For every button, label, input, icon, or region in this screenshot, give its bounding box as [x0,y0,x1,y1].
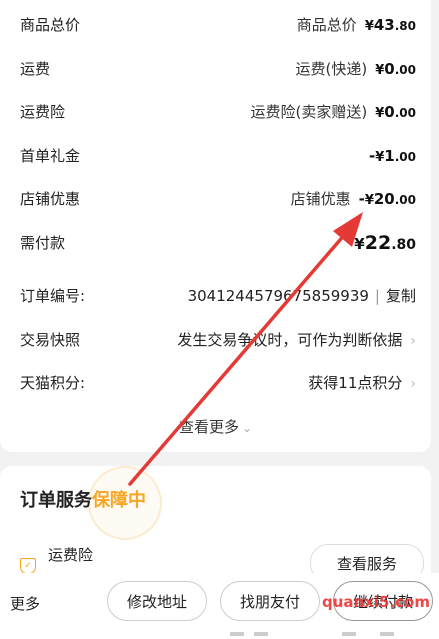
copy-button[interactable]: 复制 [386,287,416,305]
site-watermark: quanxi5.com [322,593,430,611]
fee-sublabel: 运费险(卖家赠送) [250,103,368,121]
divider: | [374,287,380,305]
amount-decimal: .00 [394,106,416,120]
bottom-cutoff-strip [0,632,439,639]
fee-value: 运费险(卖家赠送) ¥0.00 [251,97,416,129]
amount-decimal: .00 [394,150,416,164]
amount-decimal: .00 [394,193,416,207]
trade-snapshot-value-group: 发生交易争议时，可作为判断依据 › [177,325,416,356]
amount-decimal: .80 [391,237,416,253]
amount-integer: 20 [373,190,395,208]
order-detail-card: 商品总价 商品总价 ¥43.80 运费 运费(快递) ¥0.00 运费险 运费险(卖… [0,0,431,452]
cutoff-mark [380,632,394,636]
fee-label: 商品总价 [20,16,81,34]
view-more-button[interactable]: 查看更多 ⌄ [0,416,431,437]
tmall-points-value: 获得11点积分 [308,374,403,392]
fee-value: -¥1.00 [369,141,416,173]
fee-value: 店铺优惠 -¥20.00 [291,184,416,216]
fee-row-shipping-insurance: 运费险 运费险(卖家赠送) ¥0.00 [0,97,431,127]
amount-decimal: .00 [394,63,416,77]
fee-row-goods-total: 商品总价 商品总价 ¥43.80 [0,10,431,40]
fee-row-store-discount: 店铺优惠 店铺优惠 -¥20.00 [0,184,431,214]
trade-snapshot-row[interactable]: 交易快照 发生交易争议时，可作为判断依据 › [0,325,431,355]
currency-symbol: ¥ [354,235,365,253]
fee-amount: ¥0.00 [375,60,416,78]
modify-address-button[interactable]: 修改地址 [107,581,207,621]
fee-amount: -¥1.00 [369,147,416,165]
ask-friend-pay-button[interactable]: 找朋友付 [220,581,320,621]
fee-row-shipping: 运费 运费(快递) ¥0.00 [0,54,431,84]
tmall-points-label: 天猫积分: [20,374,86,392]
shield-check-icon: ✓ [20,558,36,574]
fee-label: 店铺优惠 [20,190,81,208]
currency-symbol: ¥ [375,150,385,165]
amount-integer: 0 [384,60,395,78]
currency-symbol: ¥ [364,19,374,34]
view-more-label: 查看更多 [178,418,239,436]
fee-value: 运费(快递) ¥0.00 [296,54,416,86]
order-number: 3041244579675859939 [187,287,369,305]
amount-integer: 0 [384,103,395,121]
total-value: ¥22.80 [354,228,416,260]
amount-integer: 1 [384,147,395,165]
fee-amount: ¥43.80 [365,16,416,34]
fee-label: 运费险 [20,103,66,121]
tmall-points-row[interactable]: 天猫积分: 获得11点积分 › [0,368,431,398]
fee-sublabel: 商品总价 [296,16,357,34]
order-number-row: 订单编号: 3041244579675859939 | 复制 [0,281,431,311]
shipping-insurance-label: 运费险 [48,546,94,564]
fee-amount: ¥0.00 [375,103,416,121]
fee-label: 运费 [20,60,51,78]
currency-symbol: ¥ [364,193,374,208]
order-number-label: 订单编号: [20,287,86,305]
total-amount: ¥22.80 [354,232,416,254]
tmall-points-value-group: 获得11点积分 › [308,368,416,399]
total-label: 需付款 [20,234,66,252]
amount-integer: 22 [364,232,392,254]
amount-decimal: .80 [394,19,416,33]
more-button[interactable]: 更多 [10,593,40,614]
fee-label: 首单礼金 [20,147,81,165]
fee-sublabel: 运费(快递) [295,60,368,78]
order-service-heading: 订单服务 [20,490,92,511]
fee-row-first-order-gift: 首单礼金 -¥1.00 [0,141,431,171]
total-due-row: 需付款 ¥22.80 [0,228,431,258]
amount-integer: 43 [373,16,395,34]
fee-amount: -¥20.00 [359,190,416,208]
currency-symbol: ¥ [375,106,385,121]
chevron-right-icon: › [410,376,416,392]
trade-snapshot-hint: 发生交易争议时，可作为判断依据 [177,331,403,349]
fee-value: 商品总价 ¥43.80 [297,10,416,42]
chevron-right-icon: › [410,333,416,349]
cutoff-mark [254,632,268,636]
currency-symbol: ¥ [375,63,385,78]
cutoff-mark [230,632,244,636]
guarantee-status: 保障中 [92,490,146,511]
fee-sublabel: 店铺优惠 [290,190,351,208]
chevron-down-icon: ⌄ [241,421,253,435]
cutoff-mark [342,632,356,636]
trade-snapshot-label: 交易快照 [20,331,81,349]
order-number-value-group: 3041244579675859939 | 复制 [188,281,416,311]
order-service-title: 订单服务保障中 [20,486,146,512]
